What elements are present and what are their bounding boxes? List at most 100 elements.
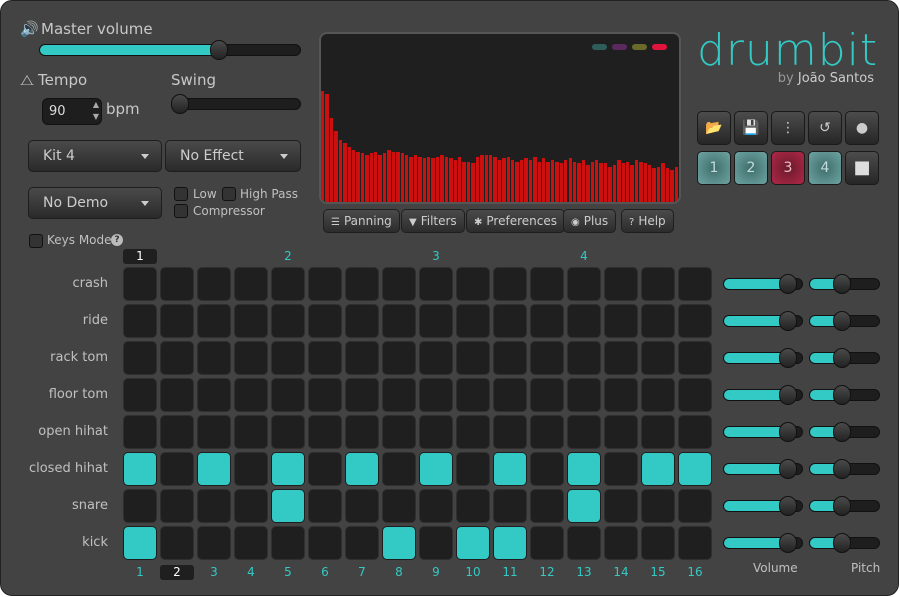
- step-cell[interactable]: [419, 452, 453, 486]
- step-cell[interactable]: [493, 452, 527, 486]
- step-cell[interactable]: [123, 267, 157, 301]
- pitch-slider[interactable]: [809, 311, 880, 331]
- step-cell[interactable]: [493, 304, 527, 338]
- preferences-button[interactable]: ✱ Preferences: [466, 209, 565, 233]
- step-cell[interactable]: [530, 415, 564, 449]
- slider-thumb[interactable]: [171, 94, 189, 114]
- effect-select[interactable]: No Effect: [165, 140, 301, 172]
- help-icon[interactable]: ?: [111, 234, 123, 246]
- undo-button[interactable]: ↺: [808, 111, 842, 145]
- slider-thumb[interactable]: [832, 496, 851, 516]
- decrement-icon[interactable]: ▼: [93, 112, 99, 121]
- step-cell[interactable]: [271, 304, 305, 338]
- step-cell[interactable]: [197, 267, 231, 301]
- step-cell[interactable]: [530, 452, 564, 486]
- step-cell[interactable]: [308, 378, 342, 412]
- pattern-button-1[interactable]: 1: [697, 151, 731, 185]
- volume-slider[interactable]: [723, 496, 803, 516]
- master-volume-slider[interactable]: [39, 40, 301, 60]
- step-cell[interactable]: [530, 341, 564, 375]
- pitch-slider[interactable]: [809, 348, 880, 368]
- step-cell[interactable]: [678, 341, 712, 375]
- bar-number[interactable]: 1: [123, 249, 157, 264]
- step-cell[interactable]: [123, 304, 157, 338]
- step-cell[interactable]: [567, 526, 601, 560]
- step-cell[interactable]: [567, 378, 601, 412]
- slider-thumb[interactable]: [832, 311, 851, 331]
- step-cell[interactable]: [160, 304, 194, 338]
- slider-thumb[interactable]: [778, 385, 797, 405]
- slider-thumb[interactable]: [209, 40, 228, 60]
- step-cell[interactable]: [493, 341, 527, 375]
- step-cell[interactable]: [567, 452, 601, 486]
- step-cell[interactable]: [604, 452, 638, 486]
- step-cell[interactable]: [234, 304, 268, 338]
- step-cell[interactable]: [678, 267, 712, 301]
- step-cell[interactable]: [197, 304, 231, 338]
- step-cell[interactable]: [493, 267, 527, 301]
- slider-thumb[interactable]: [778, 422, 797, 442]
- step-cell[interactable]: [234, 526, 268, 560]
- pattern-button-3[interactable]: 3: [771, 151, 805, 185]
- volume-slider[interactable]: [723, 385, 803, 405]
- step-cell[interactable]: [678, 452, 712, 486]
- step-cell[interactable]: [419, 415, 453, 449]
- step-cell[interactable]: [197, 415, 231, 449]
- step-cell[interactable]: [234, 415, 268, 449]
- step-cell[interactable]: [604, 341, 638, 375]
- step-cell[interactable]: [123, 452, 157, 486]
- stop-button[interactable]: ■: [845, 151, 879, 185]
- step-cell[interactable]: [160, 489, 194, 523]
- step-cell[interactable]: [419, 267, 453, 301]
- step-cell[interactable]: [456, 378, 490, 412]
- step-cell[interactable]: [493, 526, 527, 560]
- step-cell[interactable]: [382, 267, 416, 301]
- step-cell[interactable]: [197, 341, 231, 375]
- help-button[interactable]: ? Help: [621, 209, 674, 233]
- step-cell[interactable]: [641, 526, 675, 560]
- step-cell[interactable]: [123, 378, 157, 412]
- step-cell[interactable]: [419, 304, 453, 338]
- step-cell[interactable]: [123, 526, 157, 560]
- step-cell[interactable]: [345, 304, 379, 338]
- step-cell[interactable]: [197, 452, 231, 486]
- slider-thumb[interactable]: [832, 274, 851, 294]
- step-cell[interactable]: [123, 341, 157, 375]
- bar-number[interactable]: 3: [419, 249, 453, 263]
- volume-slider[interactable]: [723, 422, 803, 442]
- step-cell[interactable]: [456, 489, 490, 523]
- step-cell[interactable]: [160, 341, 194, 375]
- step-cell[interactable]: [308, 267, 342, 301]
- step-cell[interactable]: [308, 304, 342, 338]
- slider-thumb[interactable]: [778, 274, 797, 294]
- step-cell[interactable]: [160, 267, 194, 301]
- slider-thumb[interactable]: [832, 459, 851, 479]
- keys-mode-checkbox[interactable]: [29, 234, 43, 248]
- step-cell[interactable]: [234, 489, 268, 523]
- pitch-slider[interactable]: [809, 274, 880, 294]
- step-cell[interactable]: [530, 267, 564, 301]
- bar-number[interactable]: 4: [567, 249, 601, 263]
- step-cell[interactable]: [641, 489, 675, 523]
- swing-slider[interactable]: [171, 94, 301, 114]
- slider-thumb[interactable]: [778, 496, 797, 516]
- step-cell[interactable]: [271, 452, 305, 486]
- slider-thumb[interactable]: [832, 533, 851, 553]
- step-cell[interactable]: [382, 489, 416, 523]
- step-cell[interactable]: [530, 526, 564, 560]
- step-cell[interactable]: [604, 489, 638, 523]
- step-cell[interactable]: [456, 341, 490, 375]
- pitch-slider[interactable]: [809, 459, 880, 479]
- step-cell[interactable]: [271, 341, 305, 375]
- step-cell[interactable]: [641, 415, 675, 449]
- step-cell[interactable]: [419, 489, 453, 523]
- step-cell[interactable]: [234, 341, 268, 375]
- step-cell[interactable]: [604, 415, 638, 449]
- step-cell[interactable]: [567, 489, 601, 523]
- step-cell[interactable]: [345, 415, 379, 449]
- step-cell[interactable]: [382, 415, 416, 449]
- step-cell[interactable]: [678, 526, 712, 560]
- step-cell[interactable]: [123, 489, 157, 523]
- step-cell[interactable]: [567, 341, 601, 375]
- step-cell[interactable]: [308, 452, 342, 486]
